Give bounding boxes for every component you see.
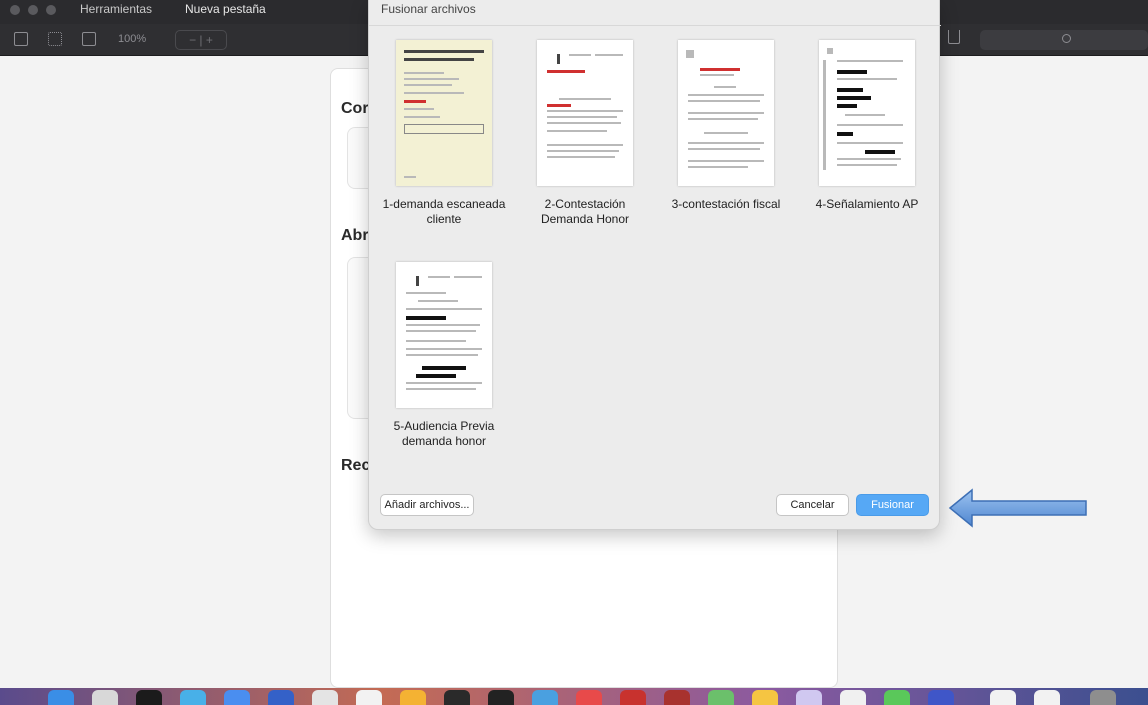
file-name-2: 2-Contestación Demanda Honor [540, 197, 630, 226]
share-icon[interactable] [948, 30, 960, 44]
mail-icon[interactable] [224, 690, 250, 705]
notes-icon[interactable] [356, 690, 382, 705]
app-icon-9[interactable] [796, 690, 822, 705]
photos-icon[interactable] [400, 690, 426, 705]
app-icon-4[interactable] [576, 690, 602, 705]
zoom-level[interactable]: 100% [118, 33, 146, 45]
app-icon-11[interactable] [884, 690, 910, 705]
file-grid: 1-demanda escaneada cliente 2-Contestaci… [369, 25, 941, 480]
section-heading-3: Rec [341, 457, 371, 474]
trash-icon[interactable] [1090, 690, 1116, 705]
zoom-window-button[interactable] [46, 5, 56, 15]
app-icon-8[interactable] [752, 690, 778, 705]
grid-icon[interactable] [48, 32, 62, 46]
search-field[interactable] [980, 30, 1148, 50]
safari-icon[interactable] [180, 690, 206, 705]
app-icon-5[interactable] [620, 690, 646, 705]
calendar-icon[interactable] [312, 690, 338, 705]
minimize-window-button[interactable] [28, 5, 38, 15]
merge-button[interactable]: Fusionar [856, 494, 929, 516]
app-icon-10[interactable] [840, 690, 866, 705]
launchpad-icon[interactable] [92, 690, 118, 705]
app-icon-6[interactable] [664, 690, 690, 705]
file-thumbnail-3[interactable] [678, 40, 774, 186]
tab-herramientas[interactable]: Herramientas [80, 2, 152, 16]
app-icon-13[interactable] [990, 690, 1016, 705]
app-icon-12[interactable] [928, 690, 954, 705]
word-icon[interactable] [268, 690, 294, 705]
terminal-icon[interactable] [136, 690, 162, 705]
search-icon [1062, 34, 1071, 43]
file-thumbnail-2[interactable] [537, 40, 633, 186]
app-icon-7[interactable] [708, 690, 734, 705]
close-window-button[interactable] [10, 5, 20, 15]
sidebar-icon[interactable] [14, 32, 28, 46]
section-heading-1: Cor [341, 100, 369, 117]
cancel-button[interactable]: Cancelar [776, 494, 849, 516]
dock [0, 688, 1148, 705]
arrow-left-icon [948, 488, 1087, 528]
file-name-3: 3-contestación fiscal [671, 197, 781, 211]
zoom-controls[interactable]: − | + [175, 30, 227, 50]
app-icon-1[interactable] [444, 690, 470, 705]
file-thumbnail-1[interactable] [396, 40, 492, 186]
add-files-button[interactable]: Añadir archivos... [380, 494, 474, 516]
two-page-icon[interactable] [82, 32, 96, 46]
tab-nueva-pestana[interactable]: Nueva pestaña [185, 2, 266, 16]
app-icon-14[interactable] [1034, 690, 1060, 705]
file-thumbnail-4[interactable] [819, 40, 915, 186]
app-icon-2[interactable] [488, 690, 514, 705]
merge-files-dialog: Fusionar archivos 1-demanda escaneada cl… [368, 0, 941, 530]
file-name-4: 4-Señalamiento AP [815, 197, 919, 211]
app-icon-3[interactable] [532, 690, 558, 705]
dialog-title: Fusionar archivos [381, 2, 476, 16]
section-heading-2: Abr [341, 227, 369, 244]
file-name-5: 5-Audiencia Previa demanda honor [393, 419, 495, 448]
file-thumbnail-5[interactable] [396, 262, 492, 408]
file-name-1: 1-demanda escaneada cliente [382, 197, 506, 226]
finder-icon[interactable] [48, 690, 74, 705]
